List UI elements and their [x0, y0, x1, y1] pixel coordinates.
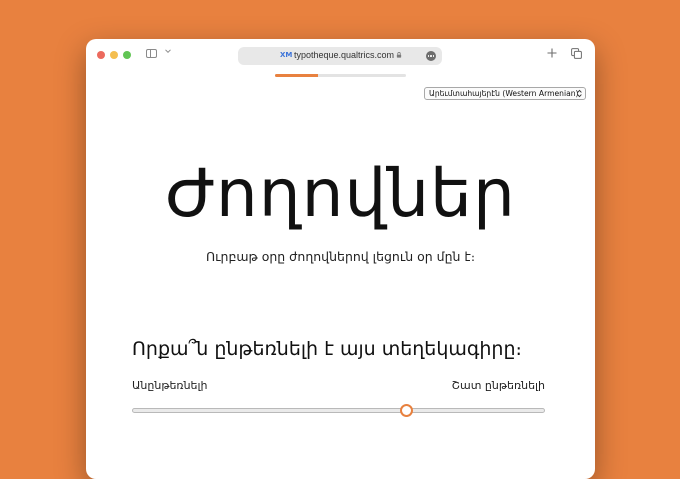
type-specimen-word: Ժողովներ	[165, 155, 516, 232]
more-icon[interactable]	[426, 51, 436, 61]
lock-icon	[396, 52, 402, 58]
select-arrows-icon	[577, 89, 582, 98]
slider-min-label: Անընթեռնելի	[132, 379, 208, 392]
site-favicon: XM	[280, 51, 293, 59]
close-window-button[interactable]	[97, 51, 105, 59]
chevron-down-icon[interactable]	[165, 48, 171, 54]
readability-slider-track[interactable]	[132, 408, 545, 413]
language-select[interactable]: Արեւմտահայերէն (Western Armenian)	[424, 87, 586, 100]
zoom-window-button[interactable]	[123, 51, 131, 59]
question-text: Որքա՞ն ընթեռնելի է այս տեղեկագիրը։	[132, 338, 522, 360]
address-bar[interactable]: XM typotheque.qualtrics.com	[238, 47, 442, 65]
sidebar-icon[interactable]	[146, 49, 157, 58]
survey-progress-bar	[275, 74, 406, 77]
url-text: typotheque.qualtrics.com	[294, 50, 395, 60]
slider-max-label: Շատ ընթեռնելի	[451, 379, 545, 392]
browser-toolbar: XM typotheque.qualtrics.com	[86, 39, 595, 73]
type-specimen-sentence: Ուրբաթ օրը ժողովներով լեցուն օր մըն է։	[205, 249, 476, 264]
plus-icon[interactable]	[547, 48, 557, 58]
language-select-value: Արեւմտահայերէն (Western Armenian)	[429, 89, 579, 98]
survey-progress-fill	[275, 74, 319, 77]
tabs-icon[interactable]	[571, 48, 582, 59]
readability-slider-thumb[interactable]	[400, 404, 414, 417]
minimize-window-button[interactable]	[110, 51, 118, 59]
browser-window: XM typotheque.qualtrics.com Արեւմտահայեր…	[86, 39, 595, 479]
